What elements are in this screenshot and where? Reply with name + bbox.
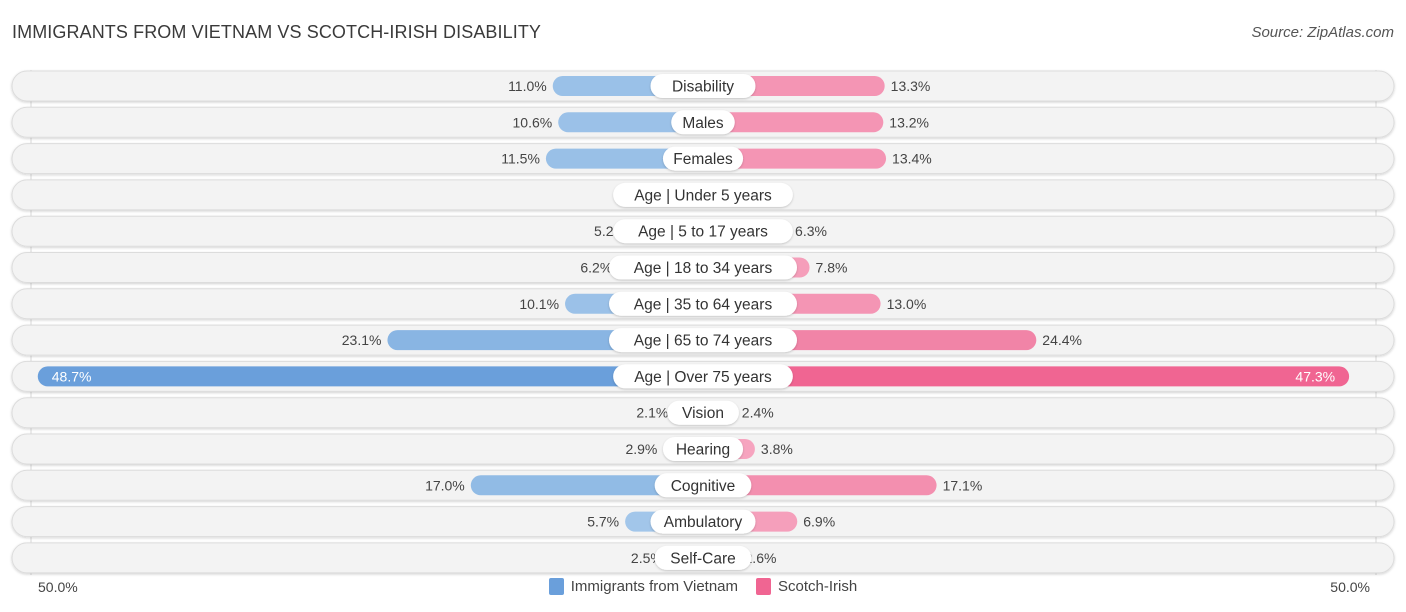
value-label-vietnam: 17.0%: [425, 477, 465, 493]
legend-item-vietnam[interactable]: Immigrants from Vietnam: [548, 578, 739, 595]
category-label: Self-Care: [670, 550, 735, 567]
value-label-vietnam: 5.7%: [587, 514, 619, 530]
chart-row: 11.5% 13.4% Females: [11, 143, 1395, 175]
category-label: Hearing: [676, 442, 730, 459]
category-label: Age | Under 5 years: [634, 187, 772, 204]
chart-row: 17.0% 17.1% Cognitive: [11, 469, 1395, 501]
value-label-scotch-irish: 2.4%: [742, 405, 774, 421]
chart-row: 2.9% 3.8% Hearing: [11, 433, 1395, 465]
value-label-vietnam: 23.1%: [342, 332, 382, 348]
value-label-scotch-irish: 13.3%: [891, 78, 931, 94]
category-label: Ambulatory: [664, 514, 743, 531]
category-label: Age | 5 to 17 years: [638, 224, 768, 241]
category-label: Age | 18 to 34 years: [634, 260, 773, 277]
value-label-vietnam: 11.5%: [501, 151, 540, 167]
legend: Immigrants from Vietnam Scotch-Irish: [0, 578, 1406, 595]
value-label-vietnam: 6.2%: [580, 260, 612, 276]
value-label-vietnam: 10.6%: [513, 114, 553, 130]
category-label: Males: [682, 115, 724, 132]
value-label-scotch-irish: 47.3%: [1295, 368, 1335, 384]
chart-row: 23.1% 24.4% Age | 65 to 74 years: [11, 324, 1395, 356]
category-label: Females: [673, 151, 733, 168]
value-label-scotch-irish: 13.0%: [887, 296, 927, 312]
chart-row: 5.2% 6.3%Age | 5 to 17 years: [11, 215, 1395, 247]
category-label: Age | 35 to 64 years: [634, 296, 773, 313]
legend-label-vietnam: Immigrants from Vietnam: [570, 578, 739, 595]
value-label-scotch-irish: 13.2%: [889, 114, 929, 130]
value-label-vietnam: 2.9%: [625, 441, 657, 457]
chart-row: 1.1%1.7%Age | Under 5 years: [11, 179, 1395, 211]
category-label: Age | Over 75 years: [634, 369, 772, 386]
chart-row: 10.6% 13.2% Males: [11, 106, 1395, 138]
diverging-bar-chart: 11.0% 13.3% Disability 10.6% 13.2% Males 11.5%…: [11, 70, 1395, 575]
category-label: Vision: [682, 405, 724, 422]
category-label: Age | 65 to 74 years: [634, 333, 773, 350]
legend-item-scotch-irish[interactable]: Scotch-Irish: [756, 578, 857, 595]
value-label-scotch-irish: 6.3%: [795, 223, 827, 239]
value-label-scotch-irish: 3.8%: [761, 441, 793, 457]
chart-row: 2.5% 2.6%Self-Care: [11, 542, 1395, 574]
chart-row: 5.7% 6.9% Ambulatory: [11, 506, 1395, 538]
legend-swatch-scotch-irish: [756, 578, 772, 595]
value-label-vietnam: 48.7%: [52, 368, 92, 384]
value-label-scotch-irish: 13.4%: [892, 151, 932, 167]
chart-row: 2.1% 2.4% Vision: [11, 397, 1395, 429]
chart-row: 6.2% 7.8% Age | 18 to 34 years: [11, 252, 1395, 283]
value-label-scotch-irish: 17.1%: [943, 477, 983, 493]
category-label: Cognitive: [671, 478, 736, 495]
chart-row: 10.1% 13.0% Age | 35 to 64 years: [11, 288, 1395, 320]
chart-row: 48.7% 47.3% Age | Over 75 years: [11, 360, 1395, 392]
value-label-scotch-irish: 6.9%: [803, 514, 835, 530]
value-label-scotch-irish: 24.4%: [1042, 332, 1082, 348]
chart-row: 11.0% 13.3% Disability: [11, 70, 1395, 102]
legend-swatch-vietnam: [548, 578, 564, 595]
bar-scotch-irish: [703, 366, 1350, 387]
category-label: Disability: [672, 79, 734, 96]
value-label-scotch-irish: 7.8%: [816, 260, 848, 276]
value-label-vietnam: 2.1%: [636, 405, 668, 421]
legend-label-scotch-irish: Scotch-Irish: [778, 578, 858, 595]
value-label-vietnam: 10.1%: [519, 296, 559, 312]
value-label-vietnam: 11.0%: [508, 78, 547, 94]
bar-vietnam: [37, 366, 704, 387]
